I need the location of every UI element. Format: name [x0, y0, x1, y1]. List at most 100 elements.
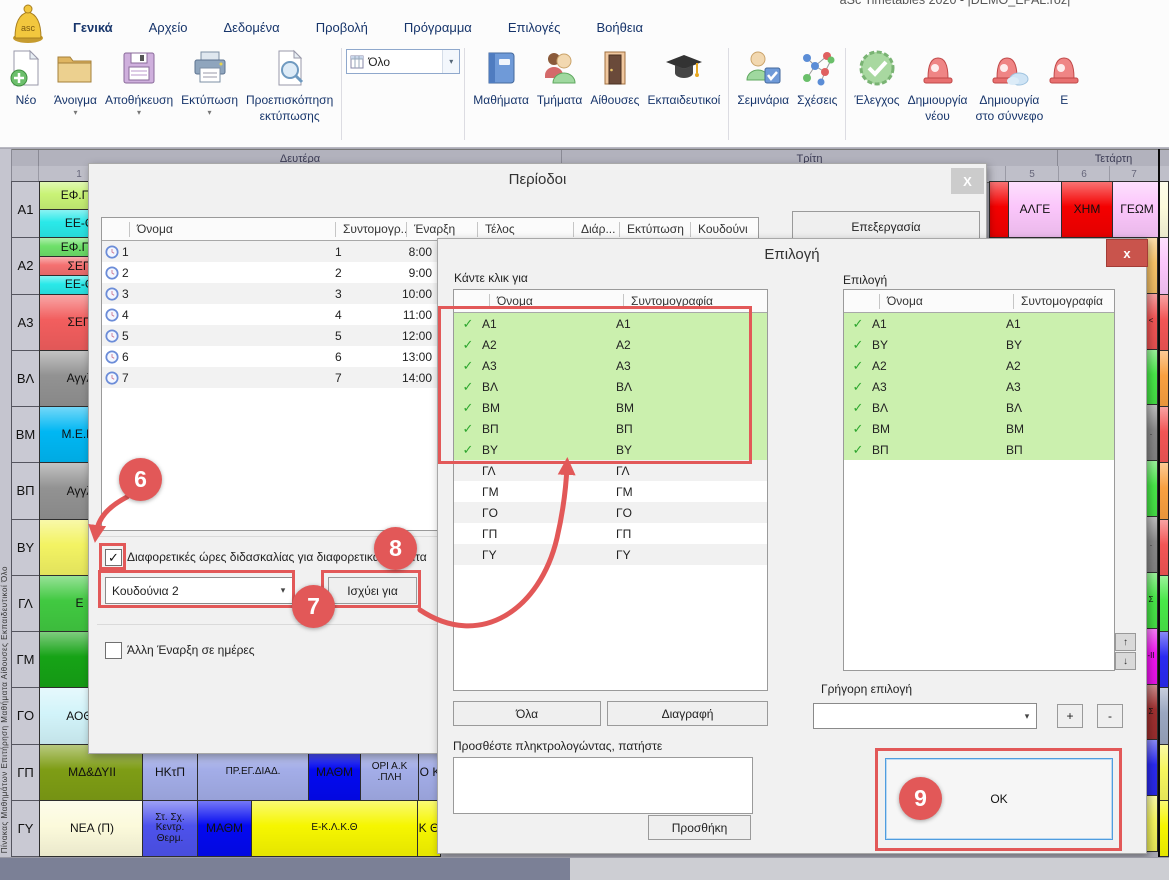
- tab-voitheia[interactable]: Βοήθεια: [578, 14, 661, 41]
- check-icon: ✓: [844, 358, 872, 374]
- period-col-6: 6: [1058, 166, 1109, 182]
- annotation-step-6: 6: [119, 458, 162, 501]
- annotation-step-7: 7: [292, 585, 335, 628]
- selection-row[interactable]: ✓ ΓΠ ΓΠ: [454, 523, 767, 544]
- teachers-button[interactable]: Εκπαιδευτικοί: [643, 46, 724, 109]
- rooms-button[interactable]: Αίθουσες: [586, 46, 643, 109]
- lesson-cell-partial: [1159, 237, 1169, 294]
- tab-arxeio[interactable]: Αρχείο: [131, 14, 206, 41]
- lesson-cell[interactable]: [989, 181, 1009, 238]
- lesson-cell[interactable]: Ε-Κ.Λ.Κ.Θ: [251, 800, 418, 857]
- quick-select-dropdown[interactable]: ▾: [813, 703, 1037, 729]
- check-icon: ✓: [844, 316, 872, 332]
- print-dropdown-caret[interactable]: ▾: [208, 109, 212, 117]
- classes-button[interactable]: Τμήματα: [533, 46, 586, 109]
- row-name: Α3: [872, 380, 1006, 394]
- door-icon: [595, 48, 635, 91]
- print-preview-button[interactable]: Προεπισκόπηση εκτύπωσης: [242, 46, 337, 126]
- relations-button[interactable]: Σχέσεις: [793, 46, 841, 109]
- class-row-header[interactable]: ΓΛ: [11, 575, 40, 632]
- lesson-cell-partial: [1159, 800, 1169, 857]
- move-down-button[interactable]: ↓: [1115, 652, 1136, 670]
- ribbon: aSc Timetables 2020 - |DEMO_EPAL.roz| as…: [0, 0, 1169, 148]
- ribbon-toolbar: Νέο Άνοιγμα ▾ Αποθήκευση ▾ Εκτύπωση ▾ Πρ…: [2, 46, 1081, 142]
- selection-row[interactable]: ✓ ΒΠ ΒΠ: [844, 439, 1114, 460]
- lesson-cell[interactable]: ΜΑΘΜ: [197, 800, 252, 857]
- selection-row[interactable]: ✓ ΒΜ ΒΜ: [844, 418, 1114, 439]
- col-end: Τέλος: [477, 222, 573, 237]
- open-dropdown-caret[interactable]: ▾: [73, 109, 77, 117]
- selection-row[interactable]: ✓ ΓΜ ΓΜ: [454, 481, 767, 502]
- lesson-cell[interactable]: ΧΗΜ: [1061, 181, 1113, 238]
- selection-row[interactable]: ✓ ΒΛ ΒΛ: [844, 397, 1114, 418]
- print-button[interactable]: Εκτύπωση ▾: [177, 46, 242, 119]
- quick-select-add-button[interactable]: +: [1057, 704, 1083, 728]
- lesson-cell[interactable]: ΓΕΩΜ: [1112, 181, 1162, 238]
- class-row-header[interactable]: Α1: [11, 181, 40, 238]
- delete-button[interactable]: Διαγραφή: [607, 701, 768, 726]
- lesson-cell[interactable]: Στ. Σχ. Κεντρ. Θερμ.: [142, 800, 198, 857]
- view-combo-caret[interactable]: ▾: [442, 50, 459, 73]
- move-up-button[interactable]: ↑: [1115, 633, 1136, 651]
- class-row-header[interactable]: ΓΜ: [11, 631, 40, 688]
- class-row-header[interactable]: ΓΥ: [11, 800, 40, 857]
- seminars-button[interactable]: Σεμινάρια: [733, 46, 793, 109]
- tab-dedomena[interactable]: Δεδομένα: [205, 14, 297, 41]
- class-row-header[interactable]: ΒΛ: [11, 350, 40, 407]
- period-abbr: 7: [327, 371, 395, 385]
- selected-list[interactable]: Όνομα Συντομογραφία ✓ Α1 Α1 ✓ ΒΥ ΒΥ ✓ Α2…: [843, 289, 1115, 671]
- cut-off-button[interactable]: Ε: [1047, 46, 1081, 109]
- clock-icon: [102, 266, 122, 280]
- close-icon[interactable]: x: [1106, 239, 1148, 267]
- class-row-header[interactable]: Α2: [11, 237, 40, 294]
- class-row-header[interactable]: Α3: [11, 294, 40, 351]
- subjects-button[interactable]: Μαθήματα: [469, 46, 533, 109]
- class-row-header[interactable]: ΒΠ: [11, 462, 40, 519]
- tab-programma[interactable]: Πρόγραμμα: [386, 14, 490, 41]
- tab-provoli[interactable]: Προβολή: [298, 14, 386, 41]
- selection-row[interactable]: ✓ Α1 Α1: [844, 313, 1114, 334]
- row-abbr: Α2: [1006, 359, 1114, 373]
- period-name: 5: [122, 329, 327, 343]
- selection-row[interactable]: ✓ Α3 Α3: [844, 376, 1114, 397]
- add-button[interactable]: Προσθήκη: [648, 815, 751, 840]
- class-row-header[interactable]: ΒΜ: [11, 406, 40, 463]
- save-button[interactable]: Αποθήκευση ▾: [101, 46, 177, 119]
- corner-cell: [11, 150, 38, 167]
- generate-new-button[interactable]: Δημιουργία νέου: [904, 46, 972, 126]
- check-button[interactable]: Έλεγχος: [850, 46, 903, 109]
- period-name: 7: [122, 371, 327, 385]
- app-bell-icon[interactable]: asc: [6, 1, 50, 48]
- selection-row[interactable]: ✓ Α2 Α2: [844, 355, 1114, 376]
- siren-icon: [918, 48, 958, 91]
- row-abbr: Α3: [1006, 380, 1114, 394]
- window-title: aSc Timetables 2020 - |DEMO_EPAL.roz|: [735, 0, 1169, 7]
- siren-cloud-icon: [989, 48, 1029, 91]
- selection-row[interactable]: ✓ ΒΥ ΒΥ: [844, 334, 1114, 355]
- other-start-checkbox[interactable]: [105, 642, 122, 659]
- generate-cloud-button[interactable]: Δημιουργία στο σύννεφο: [972, 46, 1048, 126]
- lesson-cell[interactable]: ΝΕΑ (Π): [39, 800, 145, 857]
- all-button[interactable]: Όλα: [453, 701, 601, 726]
- tab-genika[interactable]: Γενικά: [55, 14, 131, 41]
- view-combo[interactable]: Όλο ▾: [346, 49, 460, 74]
- class-row-header[interactable]: ΓΠ: [11, 744, 40, 801]
- period-name: 4: [122, 308, 327, 322]
- siren-icon: [1047, 48, 1081, 91]
- tab-epiloges[interactable]: Επιλογές: [490, 14, 579, 41]
- col-abbr: Συντομογραφία: [1013, 294, 1114, 309]
- quick-select-remove-button[interactable]: -: [1097, 704, 1123, 728]
- class-row-header[interactable]: ΓΟ: [11, 687, 40, 744]
- day-wednesday: Τετάρτη: [1057, 150, 1169, 167]
- class-row-header[interactable]: ΒΥ: [11, 519, 40, 576]
- selection-row[interactable]: ✓ ΓΟ ΓΟ: [454, 502, 767, 523]
- lesson-cell[interactable]: ΑΛΓΕ: [1008, 181, 1062, 238]
- selection-row[interactable]: ✓ ΓΥ ΓΥ: [454, 544, 767, 565]
- row-name: Α2: [872, 359, 1006, 373]
- type-input[interactable]: [453, 757, 753, 814]
- new-button[interactable]: Νέο: [2, 46, 50, 109]
- save-dropdown-caret[interactable]: ▾: [137, 109, 141, 117]
- close-icon[interactable]: X: [951, 168, 984, 194]
- annotation-rect-dropdown: [98, 570, 295, 608]
- open-button[interactable]: Άνοιγμα ▾: [50, 46, 101, 119]
